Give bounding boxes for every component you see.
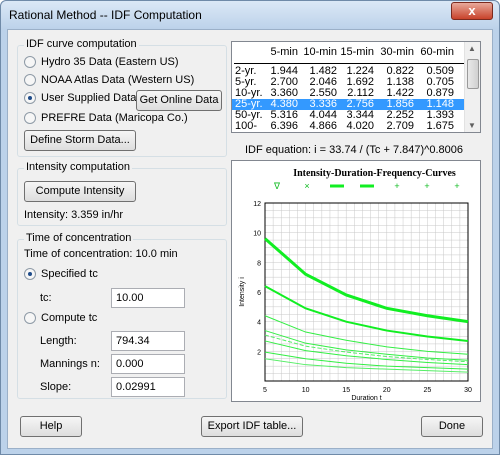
table-cell: 1.675 <box>426 120 454 132</box>
tc-summary: Time of concentration: 10.0 min <box>24 248 178 260</box>
tc-group: Time of concentration Time of concentrat… <box>17 232 227 399</box>
radio-icon <box>24 112 36 124</box>
window-title: Rational Method -- IDF Computation <box>9 8 202 22</box>
series-line-5 <box>264 340 469 366</box>
y-tick-label: 4 <box>257 320 261 327</box>
radio-specified-tc-label: Specified tc <box>41 268 98 280</box>
series-line-1 <box>264 285 469 342</box>
dialog-body: IDF curve computation Hydro 35 Data (Eas… <box>7 29 493 449</box>
series-line-7 <box>264 358 469 373</box>
help-button[interactable]: Help <box>20 416 82 437</box>
idf-table-header: 5-min 10-min 15-min 30-min 60-min <box>232 46 464 60</box>
get-online-data-button[interactable]: Get Online Data <box>136 90 222 111</box>
col-header: 15-min <box>340 46 374 58</box>
mannings-input[interactable]: 0.000 <box>111 354 185 374</box>
table-row[interactable]: 100-yr. 6.396 4.866 4.020 2.709 1.675 <box>232 120 464 133</box>
radio-icon <box>24 56 36 68</box>
radio-icon <box>24 74 36 86</box>
define-storm-data-button[interactable]: Define Storm Data... <box>24 130 136 151</box>
y-tick-label: 8 <box>257 260 261 267</box>
series-line-0 <box>264 237 469 324</box>
x-tick-label: 15 <box>342 387 350 394</box>
title-bar: Rational Method -- IDF Computation x <box>1 1 499 29</box>
idf-group: IDF curve computation Hydro 35 Data (Eas… <box>17 38 227 157</box>
intensity-group: Intensity computation Compute Intensity … <box>17 161 227 226</box>
table-scrollbar[interactable]: ▲ ▼ <box>464 42 480 132</box>
radio-prefre[interactable]: PREFRE Data (Maricopa Co.) <box>24 112 188 124</box>
radio-checked-icon <box>24 268 36 280</box>
col-header: 10-min <box>303 46 337 58</box>
radio-compute-tc-label: Compute tc <box>41 312 98 324</box>
y-tick-label: 10 <box>253 231 261 238</box>
x-tick-label: 10 <box>302 387 310 394</box>
radio-checked-icon <box>24 92 36 104</box>
done-button[interactable]: Done <box>421 416 483 437</box>
table-cell: 6.396 <box>270 120 298 132</box>
y-axis-label: Intensity i <box>239 277 246 307</box>
radio-prefre-label: PREFRE Data (Maricopa Co.) <box>41 112 188 124</box>
legend-marker: ∇ <box>273 181 281 191</box>
radio-noaa[interactable]: NOAA Atlas Data (Western US) <box>24 74 194 86</box>
legend-marker: + <box>424 181 429 191</box>
close-icon: x <box>468 3 476 18</box>
legend-marker: × <box>304 181 309 191</box>
tc-input[interactable]: 10.00 <box>111 288 185 308</box>
radio-noaa-label: NOAA Atlas Data (Western US) <box>41 74 195 86</box>
radio-hydro35-label: Hydro 35 Data (Eastern US) <box>41 56 179 68</box>
export-idf-table-button[interactable]: Export IDF table... <box>201 416 303 437</box>
slope-input[interactable]: 0.02991 <box>111 377 185 397</box>
radio-compute-tc[interactable]: Compute tc <box>24 312 97 324</box>
idf-table[interactable]: 5-min 10-min 15-min 30-min 60-min 2-yr. 1… <box>231 41 481 133</box>
scroll-thumb[interactable] <box>467 59 479 89</box>
idf-equation: IDF equation: i = 33.74 / (Tc + 7.847)^0… <box>245 144 463 156</box>
length-label: Length: <box>40 335 77 347</box>
series-line-3 <box>264 330 469 361</box>
y-tick-label: 12 <box>253 201 261 208</box>
chart-title: Intensity-Duration-Frequency-Curves <box>293 168 456 179</box>
intensity-group-label: Intensity computation <box>24 161 132 173</box>
radio-hydro35[interactable]: Hydro 35 Data (Eastern US) <box>24 56 179 68</box>
y-tick-label: 2 <box>257 349 261 356</box>
col-header: 5-min <box>270 46 298 58</box>
tc-label: tc: <box>40 292 52 304</box>
idf-group-label: IDF curve computation <box>24 38 139 50</box>
table-cell: 4.866 <box>309 120 337 132</box>
x-axis-label: Duration t <box>351 395 381 401</box>
radio-user-supplied-label: User Supplied Data <box>41 92 137 104</box>
x-tick-label: 5 <box>263 387 267 394</box>
idf-plot-panel: Intensity-Duration-Frequency-Curves ∇ × + + +… <box>231 160 481 402</box>
dialog-window: Rational Method -- IDF Computation x IDF… <box>0 0 500 455</box>
x-tick-label: 30 <box>464 387 472 394</box>
mannings-label: Mannings n: <box>40 358 100 370</box>
tc-group-label: Time of concentration <box>24 232 134 244</box>
radio-user-supplied[interactable]: User Supplied Data <box>24 92 136 104</box>
idf-chart: Intensity-Duration-Frequency-Curves ∇ × + + +… <box>239 168 472 402</box>
intensity-result: Intensity: 3.359 in/hr <box>24 209 124 221</box>
radio-icon <box>24 312 36 324</box>
scroll-up-icon[interactable]: ▲ <box>468 44 476 53</box>
legend-marker: + <box>454 181 459 191</box>
scroll-down-icon[interactable]: ▼ <box>468 121 476 130</box>
y-tick-label: 6 <box>257 290 261 297</box>
slope-label: Slope: <box>40 381 72 393</box>
radio-specified-tc[interactable]: Specified tc <box>24 268 98 280</box>
x-tick-label: 25 <box>424 387 432 394</box>
table-cell: 2.709 <box>386 120 414 132</box>
header-divider <box>234 63 464 64</box>
length-input[interactable]: 794.34 <box>111 331 185 351</box>
compute-intensity-button[interactable]: Compute Intensity <box>24 181 136 202</box>
col-header: 30-min <box>380 46 414 58</box>
row-label: 100-yr. <box>235 120 258 133</box>
table-cell: 4.020 <box>346 120 374 132</box>
legend-marker: + <box>394 181 399 191</box>
close-button[interactable]: x <box>451 2 493 20</box>
col-header: 60-min <box>420 46 454 58</box>
x-tick-label: 20 <box>383 387 391 394</box>
